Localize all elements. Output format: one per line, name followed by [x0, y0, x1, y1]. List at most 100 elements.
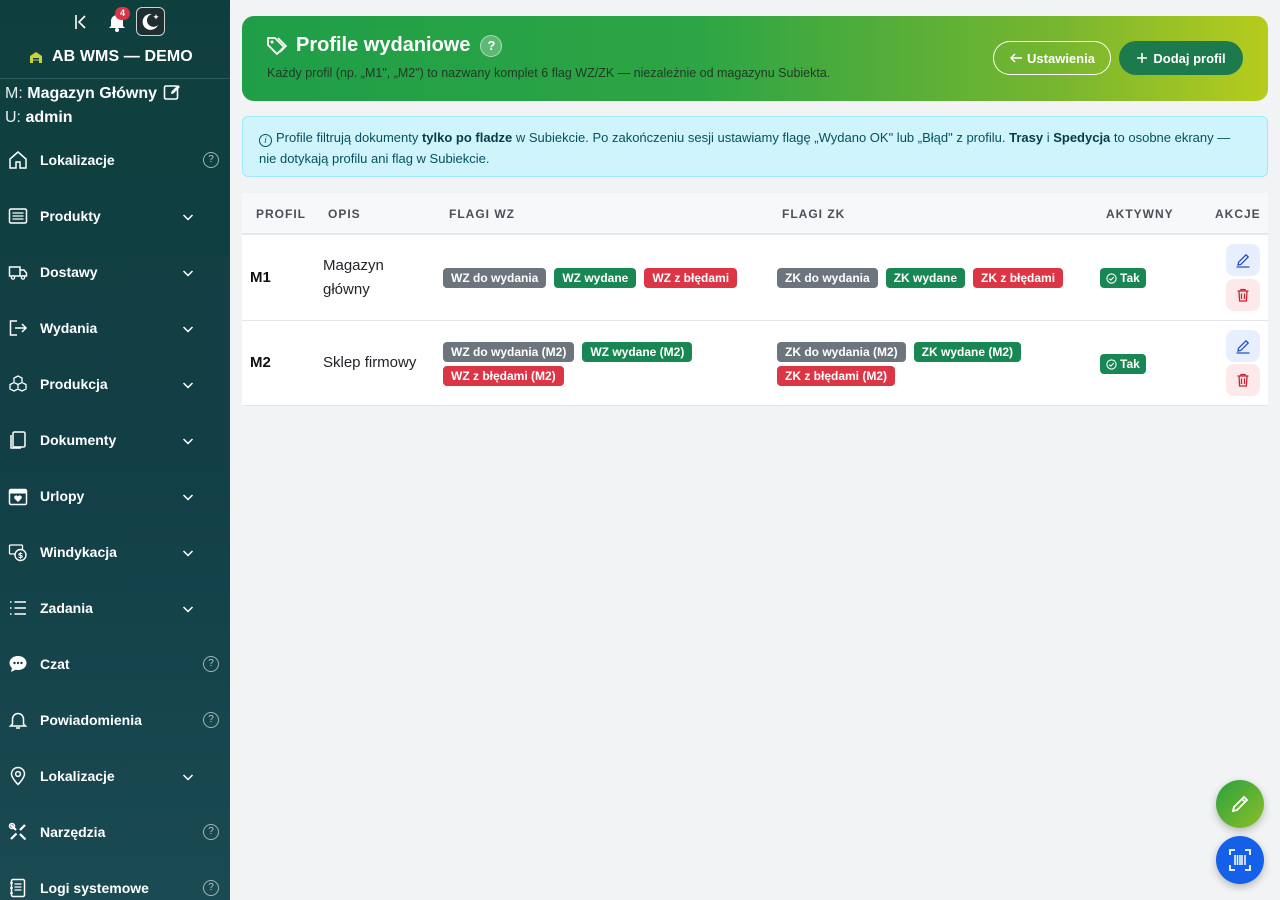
warehouse-label: M: — [5, 85, 23, 102]
info-text-1: Profile filtrują dokumenty — [276, 130, 422, 145]
brand[interactable]: AB WMS — DEMO — [28, 48, 193, 66]
settings-back-button[interactable]: Ustawienia — [993, 41, 1111, 75]
header-active: AKTYWNY — [1106, 207, 1174, 221]
wz-error-badge: WZ z błędami — [644, 268, 738, 288]
sidebar-nav: Lokalizacje? Produkty Dostawy Wydania Produk… — [0, 132, 230, 900]
calendar-heart-icon — [8, 486, 28, 506]
profiles-table: PROFIL OPIS FLAGI WZ FLAGI ZK AKTYWNY AK… — [242, 193, 1268, 406]
help-icon[interactable]: ? — [203, 656, 219, 672]
zk-done-badge: ZK wydane (M2) — [913, 342, 1022, 362]
sidebar-item-label: Lokalizacje — [40, 768, 115, 784]
chevron-down-icon — [182, 266, 194, 278]
journal-icon — [8, 878, 28, 898]
sidebar-item-label: Produkcja — [40, 376, 108, 392]
edit-profile-button[interactable] — [1226, 330, 1260, 362]
header-actions: AKCJE — [1215, 207, 1261, 221]
help-icon[interactable]: ? — [203, 824, 219, 840]
active-cell: Tak — [1100, 354, 1146, 375]
sidebar-item-produkty[interactable]: Produkty — [0, 188, 230, 244]
tools-icon — [8, 822, 28, 842]
table-row: M1 Magazyn główny WZ do wydania WZ wydan… — [242, 235, 1268, 321]
trash-icon — [1237, 373, 1249, 387]
sidebar-item-lokalizacje[interactable]: Lokalizacje — [0, 748, 230, 804]
table-row: M2 Sklep firmowy WZ do wydania (M2) WZ w… — [242, 321, 1268, 406]
sidebar-item-dokumenty[interactable]: Dokumenty — [0, 412, 230, 468]
active-label: Tak — [1120, 271, 1140, 285]
page-subtitle: Każdy profil (np. „M1", „M2") to nazwany… — [267, 66, 831, 80]
user-name: admin — [25, 109, 73, 126]
settings-button-label: Ustawienia — [1027, 50, 1095, 66]
trash-icon — [1237, 288, 1249, 302]
sidebar-header: 4 AB WMS — DEMO — [0, 0, 230, 79]
zk-pending-badge: ZK do wydania — [777, 268, 878, 288]
brand-name: AB WMS — DEMO — [52, 48, 193, 65]
active-label: Tak — [1120, 357, 1140, 371]
chevron-down-icon — [182, 434, 194, 446]
profile-description: Sklep firmowy — [323, 354, 417, 371]
chevron-down-icon — [182, 490, 194, 502]
sidebar-item-label: Wydania — [40, 320, 98, 336]
zk-error-badge: ZK z błędami (M2) — [777, 366, 896, 386]
edit-profile-button[interactable] — [1226, 244, 1260, 276]
sidebar-item-label: Produkty — [40, 208, 101, 224]
pencil-icon — [1236, 253, 1250, 268]
sidebar-item-lokalizacje[interactable]: Lokalizacje? — [0, 132, 230, 188]
collapse-sidebar-icon[interactable] — [72, 11, 90, 33]
help-icon[interactable]: ? — [203, 712, 219, 728]
sidebar-item-windykacja[interactable]: $ Windykacja — [0, 524, 230, 580]
sidebar-item-narzedzia[interactable]: Narzędzia? — [0, 804, 230, 860]
sidebar-item-dostawy[interactable]: Dostawy — [0, 244, 230, 300]
sidebar-item-label: Dokumenty — [40, 432, 117, 448]
wz-pending-badge: WZ do wydania (M2) — [443, 342, 575, 362]
home-icon — [8, 150, 28, 170]
exit-icon — [8, 318, 28, 338]
sidebar-item-urlopy[interactable]: Urlopy — [0, 468, 230, 524]
help-icon[interactable]: ? — [203, 152, 219, 168]
theme-toggle-moon-icon[interactable] — [136, 7, 165, 36]
cash-icon: $ — [8, 542, 28, 562]
wz-flags: WZ do wydania WZ wydane WZ z błędami — [443, 268, 753, 288]
sidebar-item-czat[interactable]: Czat? — [0, 636, 230, 692]
profile-code: M1 — [250, 269, 271, 286]
user-label: U: — [5, 109, 21, 126]
sidebar: 4 AB WMS — DEMO M: Magazyn Główny U: adm… — [0, 0, 230, 900]
zk-pending-badge: ZK do wydania (M2) — [777, 342, 906, 362]
table-header: PROFIL OPIS FLAGI WZ FLAGI ZK AKTYWNY AK… — [242, 193, 1268, 235]
user-meta: M: Magazyn Główny U: admin — [0, 79, 230, 130]
page-title: Profile wydaniowe ? — [266, 34, 503, 57]
sidebar-item-logi-systemowe[interactable]: Logi systemowe? — [0, 860, 230, 900]
sidebar-item-label: Logi systemowe — [40, 880, 149, 896]
plus-icon — [1137, 53, 1148, 63]
active-cell: Tak — [1100, 268, 1146, 289]
header-zk: FLAGI ZK — [782, 207, 846, 221]
chevron-down-icon — [182, 322, 194, 334]
sidebar-item-produkcja[interactable]: Produkcja — [0, 356, 230, 412]
chevron-down-icon — [182, 546, 194, 558]
tags-icon — [266, 35, 288, 57]
help-icon[interactable]: ? — [480, 34, 503, 57]
zk-done-badge: ZK wydane — [885, 268, 966, 288]
sidebar-item-label: Powiadomienia — [40, 712, 142, 728]
sidebar-item-wydania[interactable]: Wydania — [0, 300, 230, 356]
bell-icon — [8, 710, 28, 730]
info-icon: i — [259, 134, 272, 147]
svg-text:$: $ — [18, 551, 24, 560]
delete-profile-button[interactable] — [1226, 279, 1260, 311]
info-bold-shipping: Spedycja — [1053, 130, 1111, 145]
barcode-scan-icon — [1229, 849, 1251, 871]
edit-warehouse-icon[interactable] — [163, 83, 181, 101]
sidebar-item-powiadomienia[interactable]: Powiadomienia? — [0, 692, 230, 748]
sidebar-item-zadania[interactable]: Zadania — [0, 580, 230, 636]
wz-done-badge: WZ wydane (M2) — [582, 342, 693, 362]
pencil-icon — [1236, 339, 1250, 354]
sidebar-item-label: Czat — [40, 656, 70, 672]
page-header-banner: Profile wydaniowe ? Każdy profil (np. „M… — [242, 16, 1268, 101]
header-wz: FLAGI WZ — [449, 207, 515, 221]
quick-edit-fab[interactable] — [1216, 780, 1264, 828]
barcode-scan-fab[interactable] — [1216, 836, 1264, 884]
info-alert: i Profile filtrują dokumenty tylko po fla… — [242, 116, 1268, 177]
delete-profile-button[interactable] — [1226, 364, 1260, 396]
help-icon[interactable]: ? — [203, 880, 219, 896]
add-profile-button[interactable]: Dodaj profil — [1119, 41, 1243, 75]
boxes-icon — [8, 374, 28, 394]
